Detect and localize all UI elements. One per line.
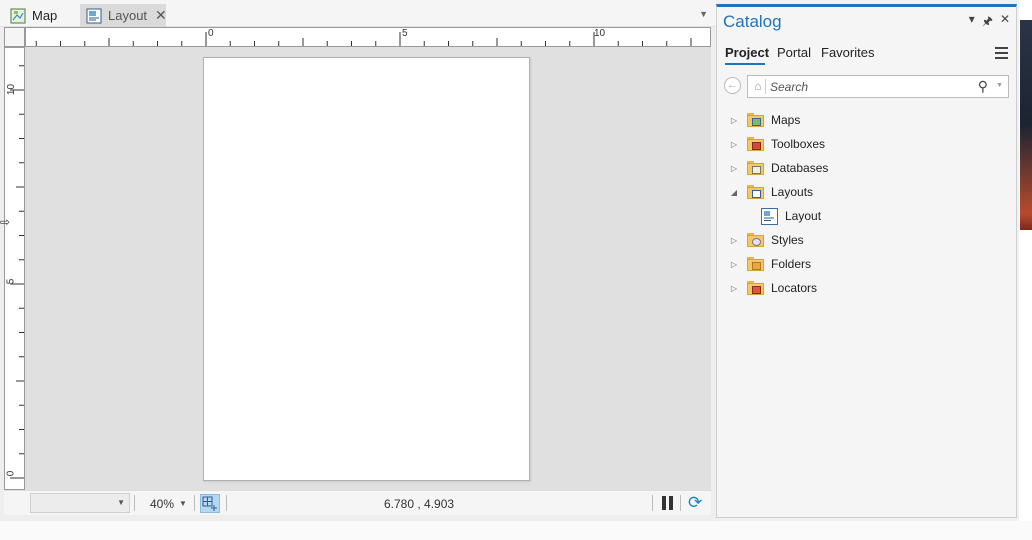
ruler-corner	[4, 27, 25, 47]
tab-portal[interactable]: Portal	[777, 45, 811, 60]
locators-folder-icon	[747, 281, 764, 295]
tree-item-label: Toolboxes	[771, 137, 826, 151]
search-icon[interactable]: ⚲	[978, 78, 988, 95]
layouts-folder-icon	[747, 185, 764, 199]
close-icon[interactable]: ✕	[1000, 12, 1010, 33]
tree-item-styles[interactable]: ▷ Styles	[729, 229, 804, 251]
active-tab-indicator	[725, 63, 765, 65]
guides-toggle-button[interactable]	[200, 494, 220, 513]
tree-item-label: Styles	[771, 233, 804, 247]
search-box: ⌂ ⚲ ▼	[747, 75, 1009, 98]
map-icon	[10, 8, 26, 24]
tree-item-label: Maps	[771, 113, 801, 127]
tab-project[interactable]: Project	[725, 45, 769, 60]
tree-item-maps[interactable]: ▷ Maps	[729, 109, 800, 131]
tab-map[interactable]: Map	[4, 4, 76, 27]
pane-title: Catalog	[723, 12, 782, 31]
hamburger-menu-icon[interactable]	[995, 47, 1008, 62]
tree-item-label: Folders	[771, 257, 812, 271]
ruler-h-label: 0	[208, 28, 214, 39]
vertical-ruler[interactable]: 10 5 0	[4, 47, 25, 490]
pane-options-icon[interactable]: ▾	[969, 12, 975, 33]
tree-item-label: Locators	[771, 281, 818, 295]
divider	[652, 495, 653, 511]
tab-layout-label: Layout	[108, 8, 148, 23]
expand-arrow-icon[interactable]: ▷	[729, 164, 739, 173]
tree-item-folders[interactable]: ▷ Folders	[729, 253, 811, 275]
horizontal-ruler[interactable]: 0 5 10	[25, 27, 711, 47]
search-input[interactable]	[770, 79, 970, 95]
expand-arrow-icon[interactable]: ▷	[729, 260, 739, 269]
tree-item-label: Databases	[771, 161, 829, 175]
collapse-arrow-icon[interactable]: ◢	[729, 188, 739, 197]
layout-page[interactable]	[203, 57, 530, 481]
tree-item-layouts[interactable]: ◢ Layouts	[729, 181, 813, 203]
expand-arrow-icon[interactable]: ▷	[729, 284, 739, 293]
toolboxes-folder-icon	[747, 137, 764, 151]
layout-canvas[interactable]	[25, 47, 711, 490]
tree-item-locators[interactable]: ▷ Locators	[729, 277, 817, 299]
expand-arrow-icon[interactable]: ▷	[729, 140, 739, 149]
divider	[680, 495, 681, 511]
background-window-bottom	[0, 521, 1032, 540]
ruler-v-label: 5	[5, 278, 17, 285]
divider	[226, 495, 227, 511]
divider	[134, 495, 135, 511]
coordinate-readout: 6.780 , 4.903	[384, 497, 455, 511]
grid-icon	[202, 496, 217, 511]
refresh-icon[interactable]: ⟳	[688, 494, 706, 512]
back-arrow-icon[interactable]: ←	[724, 77, 741, 94]
folders-folder-icon	[747, 257, 764, 271]
layout-view-window: Map Layout ✕ ▼ 0 5 10 10 5 0 ⇨ ▼ 40% ▼ 6…	[0, 0, 716, 521]
chevron-down-icon[interactable]: ▼	[699, 9, 708, 19]
databases-folder-icon	[747, 161, 764, 175]
tree-item-label: Layout	[785, 209, 822, 223]
ruler-v-label: 0	[5, 470, 17, 477]
expand-arrow-icon[interactable]: ▷	[729, 116, 739, 125]
layout-icon	[86, 8, 102, 24]
scale-dropdown[interactable]: ▼	[30, 493, 130, 513]
chevron-down-icon: ▼	[117, 498, 125, 507]
expand-arrow-icon[interactable]: ▷	[729, 236, 739, 245]
divider	[194, 495, 195, 511]
background-image	[1020, 20, 1032, 230]
pointer-arrow-icon: ⇨	[0, 215, 11, 229]
ruler-h-label: 10	[594, 28, 606, 39]
pause-drawing-button[interactable]	[661, 496, 675, 510]
tab-map-label: Map	[32, 8, 58, 23]
chevron-down-icon[interactable]: ▼	[996, 82, 1003, 89]
tree-item-label: Layouts	[771, 185, 814, 199]
document-tab-bar: Map Layout ✕ ▼	[0, 0, 716, 27]
pane-controls: ▾ 🖈 ✕	[969, 12, 1010, 33]
tab-favorites[interactable]: Favorites	[821, 45, 874, 60]
maps-folder-icon	[747, 113, 764, 127]
chevron-down-icon[interactable]: ▼	[179, 499, 187, 508]
ruler-h-label: 5	[402, 28, 408, 39]
catalog-pane: Catalog ▾ 🖈 ✕ Project Portal Favorites ←…	[716, 4, 1017, 518]
tree-item-layout[interactable]: Layout	[761, 205, 821, 227]
status-bar: ▼ 40% ▼ 6.780 , 4.903 ⟳	[4, 490, 711, 515]
tab-layout[interactable]: Layout ✕	[80, 4, 167, 27]
tree-item-databases[interactable]: ▷ Databases	[729, 157, 828, 179]
ruler-v-label: 10	[6, 83, 18, 96]
styles-folder-icon	[747, 233, 764, 247]
home-icon[interactable]: ⌂	[751, 79, 766, 94]
layout-icon	[761, 207, 778, 225]
pause-icon	[662, 496, 666, 510]
tree-item-toolboxes[interactable]: ▷ Toolboxes	[729, 133, 825, 155]
close-icon[interactable]: ✕	[155, 7, 167, 24]
zoom-level[interactable]: 40%	[150, 497, 174, 511]
pin-icon[interactable]: 🖈	[982, 12, 993, 33]
